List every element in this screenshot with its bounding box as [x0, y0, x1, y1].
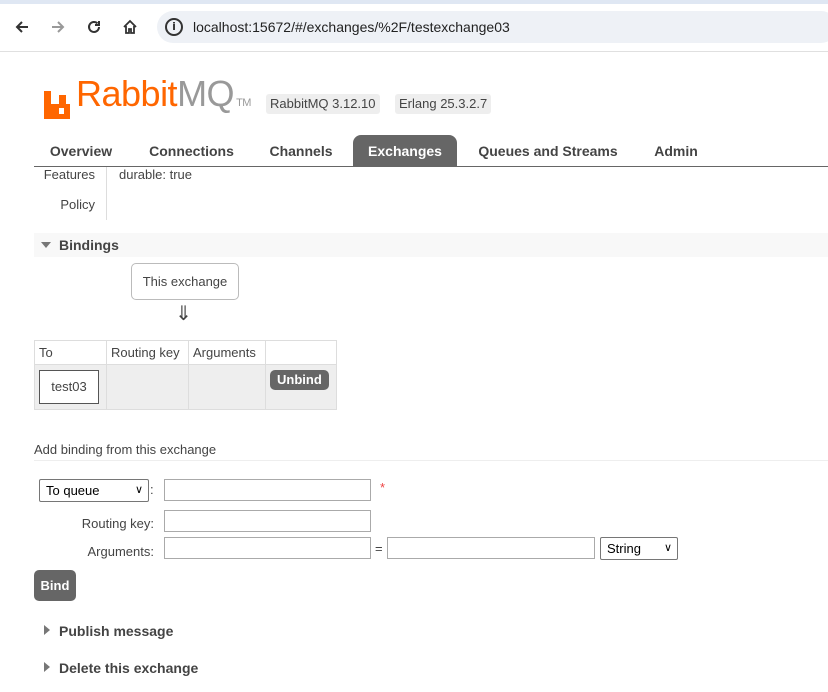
features-value: durable: true [119, 167, 192, 182]
queue-link[interactable]: test03 [39, 370, 99, 404]
destination-type-select[interactable]: To queue ∨ [39, 479, 149, 502]
chevron-down-icon: ∨ [663, 542, 672, 554]
rabbitmq-logo-icon [44, 91, 70, 119]
add-binding-title: Add binding from this exchange [34, 442, 217, 457]
tab-connections[interactable]: Connections [138, 135, 245, 167]
bindings-section-header[interactable]: Bindings [34, 233, 828, 257]
down-arrow-icon: ⇓ [175, 301, 192, 325]
logo-wordmark: RabbitMQ TM [76, 76, 251, 119]
routing-key-input[interactable] [164, 510, 371, 532]
argument-type-select[interactable]: String ∨ [600, 537, 678, 560]
site-info-icon[interactable]: i [165, 18, 183, 36]
add-binding-divider [34, 460, 828, 461]
tab-overview[interactable]: Overview [34, 135, 128, 167]
table-row: test03 Unbind [34, 364, 337, 410]
erlang-version-badge: Erlang 25.3.2.7 [395, 94, 492, 114]
col-routing-key: Routing key [106, 340, 189, 365]
collapse-triangle-icon [41, 242, 51, 248]
reload-icon [88, 20, 100, 33]
main-tabs: Overview Connections Channels Exchanges … [34, 135, 828, 167]
features-label: Features [43, 167, 95, 182]
binding-action-cell: Unbind [265, 364, 337, 410]
argument-type-value: String [607, 541, 641, 556]
rabbitmq-logo[interactable]: RabbitMQ TM [44, 76, 251, 119]
browser-toolbar: i localhost:15672/#/exchanges/%2F/testex… [0, 0, 828, 52]
logo-tm-text: TM [236, 97, 251, 109]
tab-exchanges[interactable]: Exchanges [353, 135, 457, 167]
destination-colon: : [150, 482, 154, 497]
arrow-left-icon [15, 21, 28, 33]
tab-queues-and-streams[interactable]: Queues and Streams [470, 135, 626, 167]
expand-triangle-icon [44, 662, 50, 672]
address-bar[interactable]: i localhost:15672/#/exchanges/%2F/testex… [157, 11, 828, 43]
destination-type-value: To queue [46, 483, 100, 498]
policy-label: Policy [60, 197, 95, 212]
tab-admin[interactable]: Admin [644, 135, 708, 167]
back-button[interactable] [9, 14, 35, 40]
bind-button[interactable]: Bind [34, 570, 76, 601]
browser-top-strip [0, 0, 828, 4]
url-text: localhost:15672/#/exchanges/%2F/testexch… [193, 19, 510, 35]
home-button[interactable] [117, 14, 143, 40]
col-to: To [34, 340, 107, 365]
delete-exchange-section-header[interactable]: Delete this exchange [34, 656, 828, 680]
equals-sign: = [375, 541, 383, 556]
routing-key-label: Routing key: [81, 516, 154, 531]
arguments-label: Arguments: [87, 544, 154, 559]
bindings-table: To Routing key Arguments test03 Unbind [34, 340, 337, 410]
publish-message-title: Publish message [59, 623, 174, 639]
argument-value-input[interactable] [387, 537, 595, 559]
argument-key-input[interactable] [164, 537, 371, 559]
durable-value: true [169, 167, 193, 182]
reload-button[interactable] [81, 14, 107, 40]
binding-arguments-cell [188, 364, 266, 410]
table-header-row: To Routing key Arguments [34, 340, 337, 365]
destination-input[interactable] [164, 479, 371, 501]
rabbitmq-version-badge: RabbitMQ 3.12.10 [266, 94, 380, 114]
bindings-title: Bindings [59, 237, 119, 253]
col-arguments: Arguments [188, 340, 266, 365]
home-icon [123, 19, 137, 34]
logo-mq-text: MQ [177, 73, 235, 114]
durable-key: durable: [119, 167, 166, 182]
col-actions [265, 340, 337, 365]
chevron-down-icon: ∨ [134, 484, 143, 496]
unbind-button[interactable]: Unbind [270, 370, 329, 390]
arrow-right-icon [52, 21, 65, 33]
logo-rabbit-text: Rabbit [76, 73, 178, 114]
forward-button[interactable] [45, 14, 71, 40]
binding-to-cell: test03 [34, 364, 107, 410]
delete-exchange-title: Delete this exchange [59, 660, 199, 676]
required-marker: * [380, 480, 386, 495]
expand-triangle-icon [44, 625, 50, 635]
publish-message-section-header[interactable]: Publish message [34, 619, 828, 643]
this-exchange-box: This exchange [131, 263, 239, 300]
details-divider [106, 167, 107, 220]
tab-channels[interactable]: Channels [259, 135, 343, 167]
binding-routing-key-cell [106, 364, 189, 410]
